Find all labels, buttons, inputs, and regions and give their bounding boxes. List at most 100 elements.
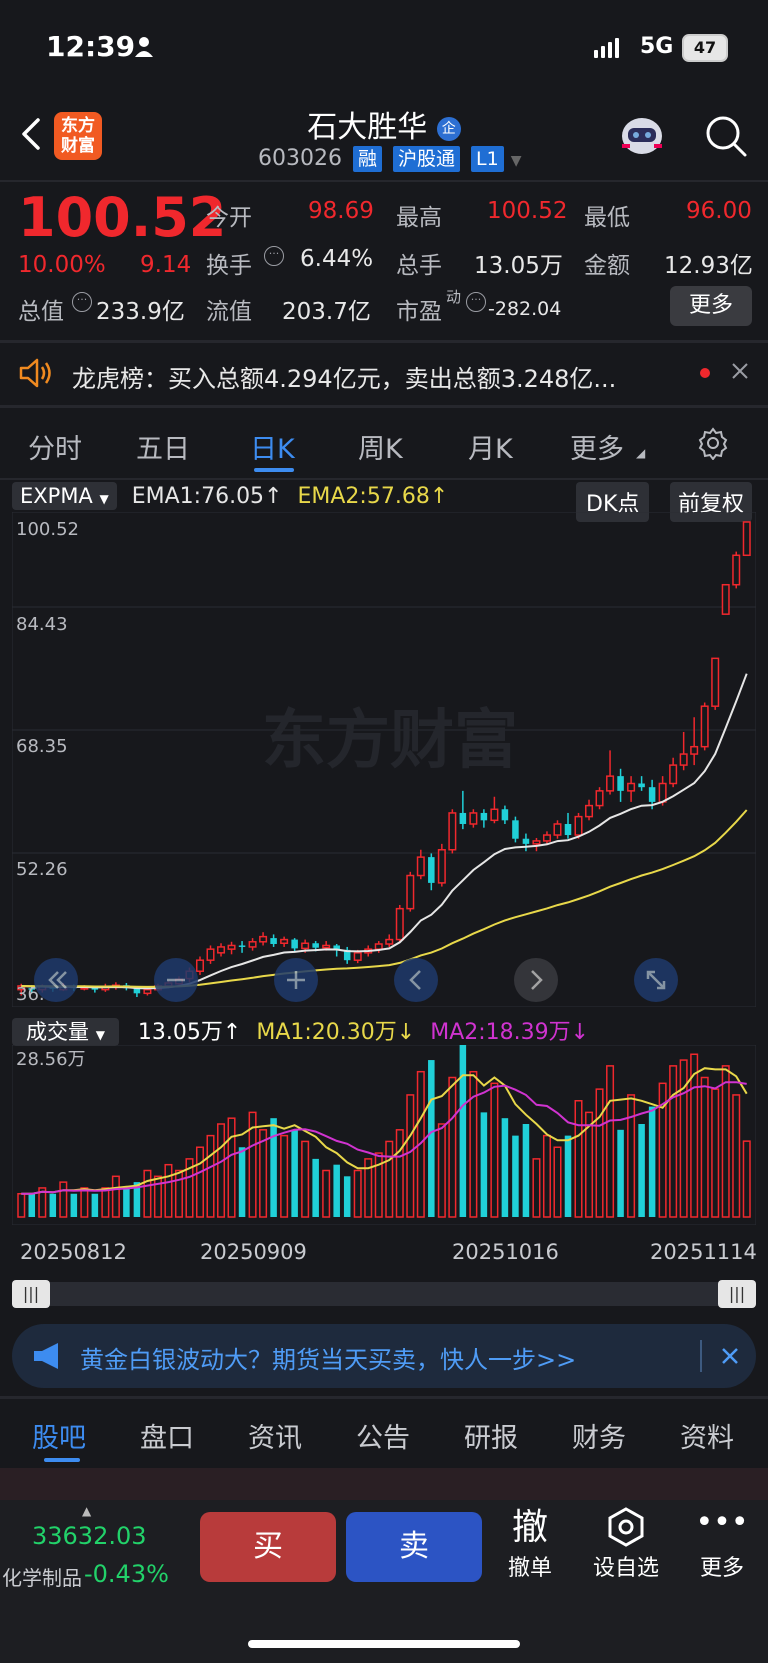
- megaphone-icon: [32, 1342, 64, 1374]
- turnover-label: 换手: [206, 253, 252, 279]
- more-menu-button[interactable]: ••• 更多: [682, 1506, 762, 1582]
- search-icon[interactable]: [704, 114, 748, 162]
- volume-bar: [353, 1169, 362, 1218]
- fullscreen-icon[interactable]: [634, 958, 678, 1002]
- volume-bar: [227, 1117, 236, 1218]
- zoom-out-icon[interactable]: [154, 958, 198, 1002]
- range-slider-track[interactable]: [12, 1282, 756, 1306]
- candle: [553, 823, 562, 836]
- volume-bar: [532, 1158, 541, 1218]
- tab-finance[interactable]: 财务: [572, 1416, 626, 1455]
- tab-weekly-k[interactable]: 周K: [358, 427, 403, 466]
- volume-bar: [280, 1134, 289, 1218]
- scroll-left-icon[interactable]: [34, 958, 78, 1002]
- volume-bar: [238, 1147, 246, 1217]
- volume-bar: [732, 1094, 741, 1218]
- candle: [648, 787, 656, 802]
- volume-bar: [564, 1135, 572, 1217]
- active-tab-underline: [254, 468, 294, 472]
- volume-bar: [322, 1169, 331, 1218]
- volume-bar: [490, 1082, 499, 1218]
- range-handle-left[interactable]: |||: [12, 1280, 50, 1308]
- candle: [280, 938, 289, 945]
- tab-daily-k[interactable]: 日K: [250, 427, 295, 466]
- kline-chart[interactable]: 东方财富 100.52 84.43 68.35 52.26 36.: [11, 511, 757, 1008]
- candle: [312, 943, 319, 948]
- zoom-in-icon[interactable]: [274, 958, 318, 1002]
- tab-announcements[interactable]: 公告: [356, 1416, 410, 1455]
- candle: [480, 812, 488, 821]
- close-icon[interactable]: [730, 361, 750, 385]
- ad-text: 黄金白银波动大？期货当天买卖，快人一步>>: [80, 1346, 577, 1374]
- volume-chart[interactable]: 28.56万: [11, 1042, 757, 1226]
- index-value[interactable]: 33632.03: [32, 1522, 147, 1550]
- tab-intraday[interactable]: 分时: [28, 427, 82, 466]
- y-label-2: 84.43: [16, 614, 68, 635]
- dropdown-icon: ▼: [99, 492, 109, 506]
- volume-bar: [101, 1187, 110, 1218]
- kline-svg[interactable]: 东方财富 100.52 84.43 68.35 52.26 36.: [11, 511, 757, 1008]
- tab-guba[interactable]: 股吧: [32, 1416, 86, 1455]
- volume-value: 13.05万: [474, 253, 563, 279]
- header-divider: [0, 180, 768, 182]
- volume-bar: [627, 1094, 636, 1218]
- volume-bar: [428, 1060, 435, 1217]
- info-icon[interactable]: ···: [264, 246, 284, 266]
- up-triangle-icon: ▲: [82, 1504, 92, 1518]
- buy-button[interactable]: 买: [200, 1512, 336, 1582]
- robot-assistant-icon[interactable]: [618, 114, 666, 164]
- candle: [217, 946, 226, 954]
- tab-pankou[interactable]: 盘口: [140, 1416, 194, 1455]
- sector-name[interactable]: 化学制品: [2, 1562, 82, 1591]
- stock-code: 603026: [258, 146, 342, 171]
- cancel-order-button[interactable]: 撤 撤单: [490, 1506, 570, 1582]
- date-label: 20251016: [452, 1240, 559, 1264]
- notice-divider: [0, 405, 768, 408]
- volume-bar: [174, 1169, 183, 1218]
- volume-bar: [195, 1146, 205, 1218]
- ad-banner[interactable]: 黄金白银波动大？期货当天买卖，快人一步>>: [12, 1324, 756, 1388]
- tab-research[interactable]: 研报: [464, 1416, 518, 1455]
- y-label-top: 100.52: [16, 519, 79, 540]
- candle: [638, 783, 645, 788]
- home-indicator: [248, 1640, 520, 1648]
- low-value: 96.00: [686, 198, 752, 224]
- notice-bar[interactable]: 龙虎榜：买入总额4.294亿元，卖出总额3.248亿...: [0, 343, 768, 405]
- tab-monthly-k[interactable]: 月K: [468, 427, 513, 466]
- volume-selector[interactable]: 成交量 ▼: [12, 1018, 119, 1046]
- candle: [385, 938, 394, 945]
- more-button[interactable]: 更多: [670, 286, 752, 326]
- tab-more[interactable]: 更多: [570, 427, 624, 466]
- candle: [238, 945, 246, 947]
- up-arrow-icon: ↑: [429, 484, 449, 509]
- volume-bar: [206, 1134, 215, 1218]
- candle: [301, 942, 310, 950]
- sell-button[interactable]: 卖: [346, 1512, 482, 1582]
- volume-bar: [595, 1088, 604, 1218]
- info-icon[interactable]: ···: [72, 292, 92, 312]
- volume-bar: [542, 1134, 551, 1218]
- tab-five-day[interactable]: 五日: [136, 427, 190, 466]
- up-arrow-icon: ↑: [264, 484, 283, 509]
- add-watchlist-button[interactable]: 设自选: [586, 1506, 666, 1582]
- ema2-value: EMA2:57.68: [297, 484, 430, 509]
- float-cap-value: 203.7亿: [282, 299, 371, 325]
- high-label: 最高: [396, 205, 442, 231]
- network-type: 5G: [640, 34, 674, 59]
- prev-icon[interactable]: [394, 958, 438, 1002]
- candle: [564, 823, 572, 836]
- next-icon[interactable]: [514, 958, 558, 1002]
- candle: [501, 809, 509, 821]
- tab-news[interactable]: 资讯: [248, 1416, 302, 1455]
- volume-bar: [80, 1187, 89, 1218]
- expma-selector[interactable]: EXPMA ▼: [12, 482, 117, 510]
- close-icon[interactable]: [720, 1346, 740, 1370]
- range-handle-right[interactable]: |||: [718, 1280, 756, 1308]
- tab-profile[interactable]: 资料: [680, 1416, 734, 1455]
- info-icon[interactable]: ···: [466, 292, 486, 312]
- settings-gear-icon[interactable]: [696, 426, 730, 464]
- hexagon-icon: [586, 1506, 666, 1550]
- volume-label: 总手: [396, 253, 442, 279]
- dropdown-icon[interactable]: ▼: [511, 153, 522, 169]
- volume-svg[interactable]: 28.56万: [11, 1042, 757, 1226]
